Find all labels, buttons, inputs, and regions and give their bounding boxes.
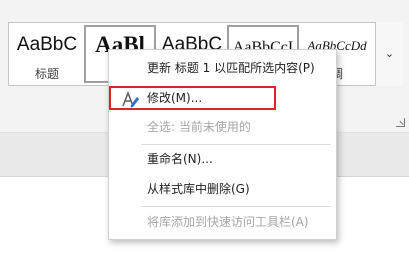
menu-item-label: 全选: 当前未使用的 (147, 120, 251, 134)
menu-item-label: 从样式库中删除(G) (147, 182, 250, 196)
menu-item-rename[interactable]: 重命名(N)... (109, 147, 336, 171)
style-modify-icon (122, 91, 139, 108)
menu-item-label: 修改(M)... (147, 91, 203, 105)
menu-item-add-gallery-to-qat: 将库添加到快速访问工具栏(A) (109, 210, 336, 234)
menu-item-label: 重命名(N)... (147, 152, 213, 166)
chevron-down-icon: ⌄ (384, 47, 395, 60)
menu-item-remove-from-gallery[interactable]: 从样式库中删除(G) (109, 177, 336, 201)
menu-item-update-to-match[interactable]: 更新 标题 1 以匹配所选内容(P) (109, 56, 336, 80)
menu-separator (141, 144, 331, 145)
menu-item-label: 将库添加到快速访问工具栏(A) (147, 215, 309, 229)
menu-separator (141, 206, 331, 207)
gallery-more-button[interactable]: ⌄ (375, 22, 403, 86)
style-name: 标题 (34, 67, 59, 81)
menu-item-label: 更新 标题 1 以匹配所选内容(P) (147, 61, 315, 75)
style-sample: AaBbC (16, 34, 78, 55)
style-context-menu: 更新 标题 1 以匹配所选内容(P) 修改(M)... 全选: 当前未使用的 重… (108, 49, 337, 240)
style-swatch-heading[interactable]: AaBbC 标题 (11, 25, 83, 83)
dialog-launcher-icon[interactable] (396, 118, 405, 127)
menu-item-select-all: 全选: 当前未使用的 (109, 115, 336, 139)
menu-item-modify[interactable]: 修改(M)... (109, 86, 276, 110)
